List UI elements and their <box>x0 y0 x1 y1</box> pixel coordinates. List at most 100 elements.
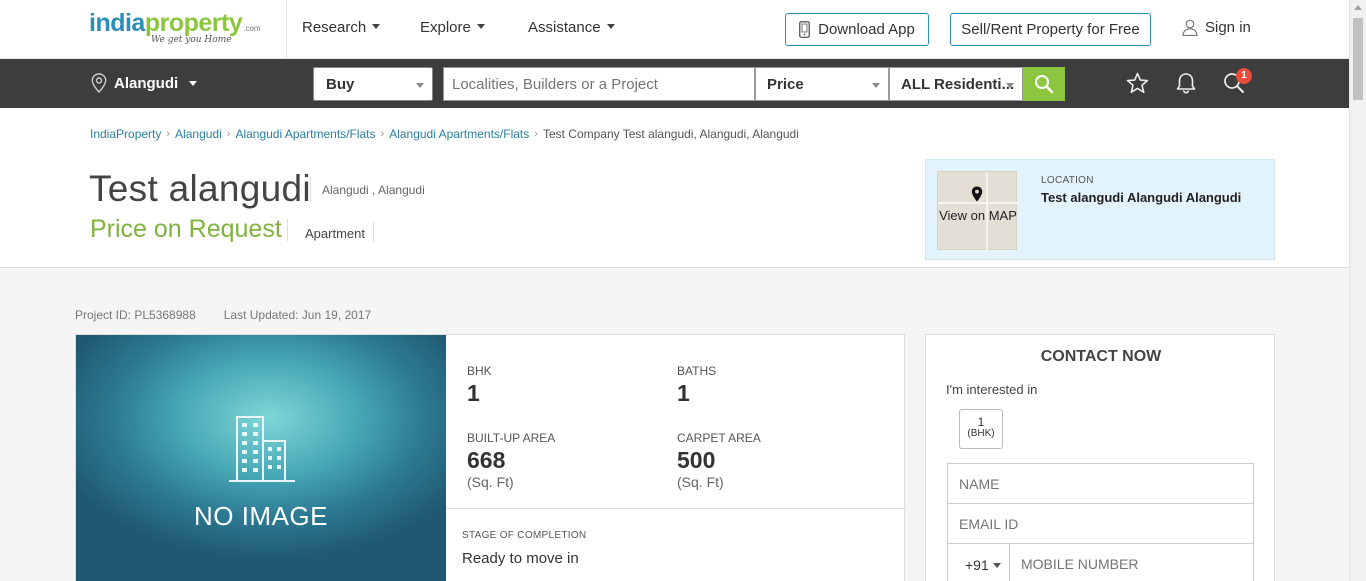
spec-builtup-area: BUILT-UP AREA 668 (Sq. Ft) <box>467 431 555 490</box>
spec-value: 668 <box>467 447 506 473</box>
price-select[interactable]: Price <box>755 67 889 101</box>
contact-form: CONTACT NOW I'm interested in 1 (BHK) +9… <box>925 334 1275 581</box>
spec-divider <box>446 508 906 509</box>
top-header: indiaproperty.com We get you Home Resear… <box>0 0 1349 59</box>
spec-bhk: BHK 1 <box>467 364 492 407</box>
spec-value: 1 <box>467 380 480 406</box>
download-app-button[interactable]: Download App <box>785 13 929 46</box>
chevron-down-icon <box>372 24 381 29</box>
nav-assistance-label: Assistance <box>528 19 601 36</box>
logo-tagline: We get you Home <box>151 35 232 45</box>
phone-icon <box>799 21 811 38</box>
logo-text-property: property <box>144 9 243 37</box>
view-on-map-label: View on MAP <box>939 208 1017 223</box>
contact-title: CONTACT NOW <box>1040 348 1162 365</box>
location-pin-icon <box>91 73 107 93</box>
site-logo[interactable]: indiaproperty.com We get you Home <box>89 9 269 49</box>
sign-in-label: Sign in <box>1205 19 1251 36</box>
type-divider <box>373 222 374 242</box>
location-box: View on MAP LOCATION Test alangudi Alang… <box>925 159 1275 260</box>
property-type: Apartment <box>305 226 365 241</box>
stage-label: STAGE OF COMPLETION <box>462 530 587 541</box>
property-card: NO IMAGE BHK 1 BATHS 1 BUILT-UP AREA 668… <box>75 334 906 581</box>
spec-label: BATHS <box>677 364 717 378</box>
property-image-placeholder: NO IMAGE <box>76 335 446 581</box>
spec-label: BHK <box>467 364 492 378</box>
project-id: Project ID: PL5368988 <box>75 308 196 322</box>
sell-rent-label: Sell/Rent Property for Free <box>961 21 1140 38</box>
city-selector[interactable]: Alangudi <box>91 73 198 93</box>
breadcrumb-item[interactable]: Alangudi Apartments/Flats <box>389 127 529 141</box>
sign-in-link[interactable]: Sign in <box>1182 19 1251 36</box>
breadcrumb-chevron-icon: › <box>166 128 171 140</box>
scroll-up-arrow-icon[interactable] <box>1354 5 1362 10</box>
spec-label: CARPET AREA <box>677 431 761 445</box>
map-road <box>938 202 1018 204</box>
chevron-down-icon <box>872 83 880 88</box>
property-type-select[interactable]: ALL Residenti... <box>889 67 1023 101</box>
page-scrollbar[interactable] <box>1349 0 1366 581</box>
breadcrumb-chevron-icon: › <box>534 128 538 140</box>
bell-icon[interactable] <box>1175 72 1197 94</box>
logo-text-india: india <box>89 9 145 37</box>
nav-research[interactable]: Research <box>302 19 381 36</box>
property-type-value: ALL Residenti... <box>901 76 1015 93</box>
bhk-option-unit: (BHK) <box>967 428 995 439</box>
spec-baths: BATHS 1 <box>677 364 716 407</box>
breadcrumb-item[interactable]: Alangudi Apartments/Flats <box>235 127 375 141</box>
bhk-option-chip[interactable]: 1 (BHK) <box>959 409 1003 449</box>
header-divider <box>286 0 287 59</box>
property-locality: Alangudi , Alangudi <box>322 183 425 197</box>
chevron-down-icon <box>992 563 1001 568</box>
bhk-option-value: 1 <box>977 415 985 429</box>
sell-rent-button[interactable]: Sell/Rent Property for Free <box>950 13 1151 46</box>
country-code-select[interactable]: +91 <box>947 543 1009 581</box>
search-button[interactable] <box>1023 67 1065 101</box>
logo-suffix: .com <box>243 24 261 33</box>
listing-meta: Project ID: PL5368988 Last Updated: Jun … <box>75 308 371 322</box>
breadcrumb-item[interactable]: Alangudi <box>175 127 222 141</box>
breadcrumb-chevron-icon: › <box>226 128 231 140</box>
location-label: LOCATION <box>1041 175 1094 186</box>
breadcrumb: IndiaProperty › Alangudi › Alangudi Apartm… <box>90 127 799 141</box>
price-value: Price <box>767 76 804 93</box>
location-value: Test alangudi Alangudi Alangudi <box>1041 190 1242 205</box>
name-field[interactable] <box>947 463 1254 504</box>
stage-value: Ready to move in <box>462 550 579 567</box>
country-code-value: +91 <box>965 557 989 573</box>
chevron-down-icon <box>1006 83 1014 88</box>
no-image-label: NO IMAGE <box>193 501 328 531</box>
nav-research-label: Research <box>302 19 367 36</box>
download-app-label: Download App <box>818 21 915 38</box>
mobile-field[interactable] <box>1009 543 1254 581</box>
chevron-down-icon <box>189 80 198 86</box>
nav-explore-label: Explore <box>420 19 471 36</box>
scrollbar-thumb[interactable] <box>1353 18 1363 100</box>
property-summary: IndiaProperty › Alangudi › Alangudi Apartm… <box>0 108 1349 268</box>
property-title: Test alangudi <box>89 168 311 209</box>
last-updated: Last Updated: Jun 19, 2017 <box>223 308 372 322</box>
email-field[interactable] <box>947 503 1254 544</box>
spec-unit: (Sq. Ft) <box>677 474 724 490</box>
spec-carpet-area: CARPET AREA 500 (Sq. Ft) <box>677 431 761 490</box>
buy-rent-select[interactable]: Buy <box>313 67 433 101</box>
building-icon <box>229 416 295 482</box>
view-on-map-button[interactable]: View on MAP <box>937 171 1018 251</box>
interested-label: I'm interested in <box>946 382 1038 397</box>
map-pin-icon <box>971 186 983 202</box>
property-price: Price on Request <box>90 215 282 243</box>
chevron-down-icon <box>476 24 485 29</box>
star-icon[interactable] <box>1126 72 1149 94</box>
spec-value: 500 <box>677 447 716 473</box>
buy-rent-value: Buy <box>326 76 355 93</box>
price-divider <box>287 219 288 241</box>
nav-assistance[interactable]: Assistance <box>528 19 615 36</box>
search-icon <box>1035 75 1054 94</box>
breadcrumb-item[interactable]: IndiaProperty <box>90 127 161 141</box>
spec-unit: (Sq. Ft) <box>467 474 514 490</box>
search-input[interactable] <box>443 67 755 101</box>
spec-value: 1 <box>677 380 690 406</box>
title-divider <box>310 176 311 202</box>
nav-explore[interactable]: Explore <box>420 19 485 36</box>
breadcrumb-chevron-icon: › <box>380 128 385 140</box>
